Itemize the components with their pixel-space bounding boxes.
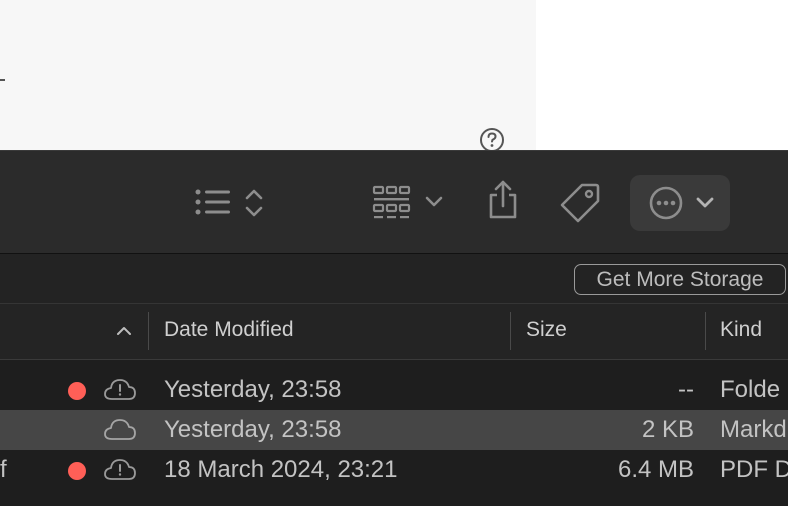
column-header-date-modified[interactable]: Date Modified [164, 318, 294, 342]
file-row[interactable]: Yesterday, 23:58 2 KB Markd [0, 410, 788, 450]
chevron-down-icon [696, 197, 714, 208]
column-header-size[interactable]: Size [526, 318, 567, 342]
list-icon[interactable] [194, 187, 234, 219]
file-name: f [0, 456, 7, 483]
red-tag-dot [68, 462, 86, 480]
cloud-warning-icon [104, 379, 136, 400]
kind-value: Folde [720, 376, 781, 403]
column-header-kind[interactable]: Kind [720, 318, 762, 342]
date-modified-value: Yesterday, 23:58 [164, 416, 342, 443]
file-row[interactable]: f 18 March 2024, 23:21 6.4 MB PDF D [0, 450, 788, 490]
toolbar [0, 150, 788, 254]
more-actions-button[interactable] [630, 175, 730, 231]
column-header-row: Date Modified Size Kind [0, 304, 788, 360]
size-value: -- [678, 376, 694, 403]
sort-ascending-icon[interactable] [115, 322, 133, 340]
column-separator[interactable] [148, 312, 149, 350]
document-right-pane [536, 0, 788, 150]
document-dash-mark [0, 79, 5, 81]
size-value: 6.4 MB [617, 456, 694, 483]
grid-icon[interactable] [372, 185, 412, 221]
tag-icon[interactable] [560, 181, 602, 223]
date-modified-value: Yesterday, 23:58 [164, 376, 342, 403]
ellipsis-circle-icon [649, 186, 683, 220]
up-down-chevrons-icon[interactable] [244, 187, 264, 219]
document-area [0, 0, 788, 150]
red-tag-dot [68, 382, 86, 400]
share-icon[interactable] [486, 179, 520, 221]
cloud-warning-icon [104, 459, 136, 480]
get-more-storage-button[interactable]: Get More Storage [574, 264, 786, 295]
file-row[interactable]: Yesterday, 23:58 -- Folde [0, 370, 788, 410]
column-separator[interactable] [510, 312, 511, 350]
column-separator[interactable] [705, 312, 706, 350]
kind-value: Markd [720, 416, 787, 443]
cloud-icon [104, 419, 136, 440]
kind-value: PDF D [720, 456, 788, 483]
storage-bar: Get More Storage [0, 254, 788, 304]
date-modified-value: 18 March 2024, 23:21 [164, 456, 398, 483]
size-value: 2 KB [641, 416, 694, 443]
chevron-down-icon[interactable] [425, 195, 443, 209]
